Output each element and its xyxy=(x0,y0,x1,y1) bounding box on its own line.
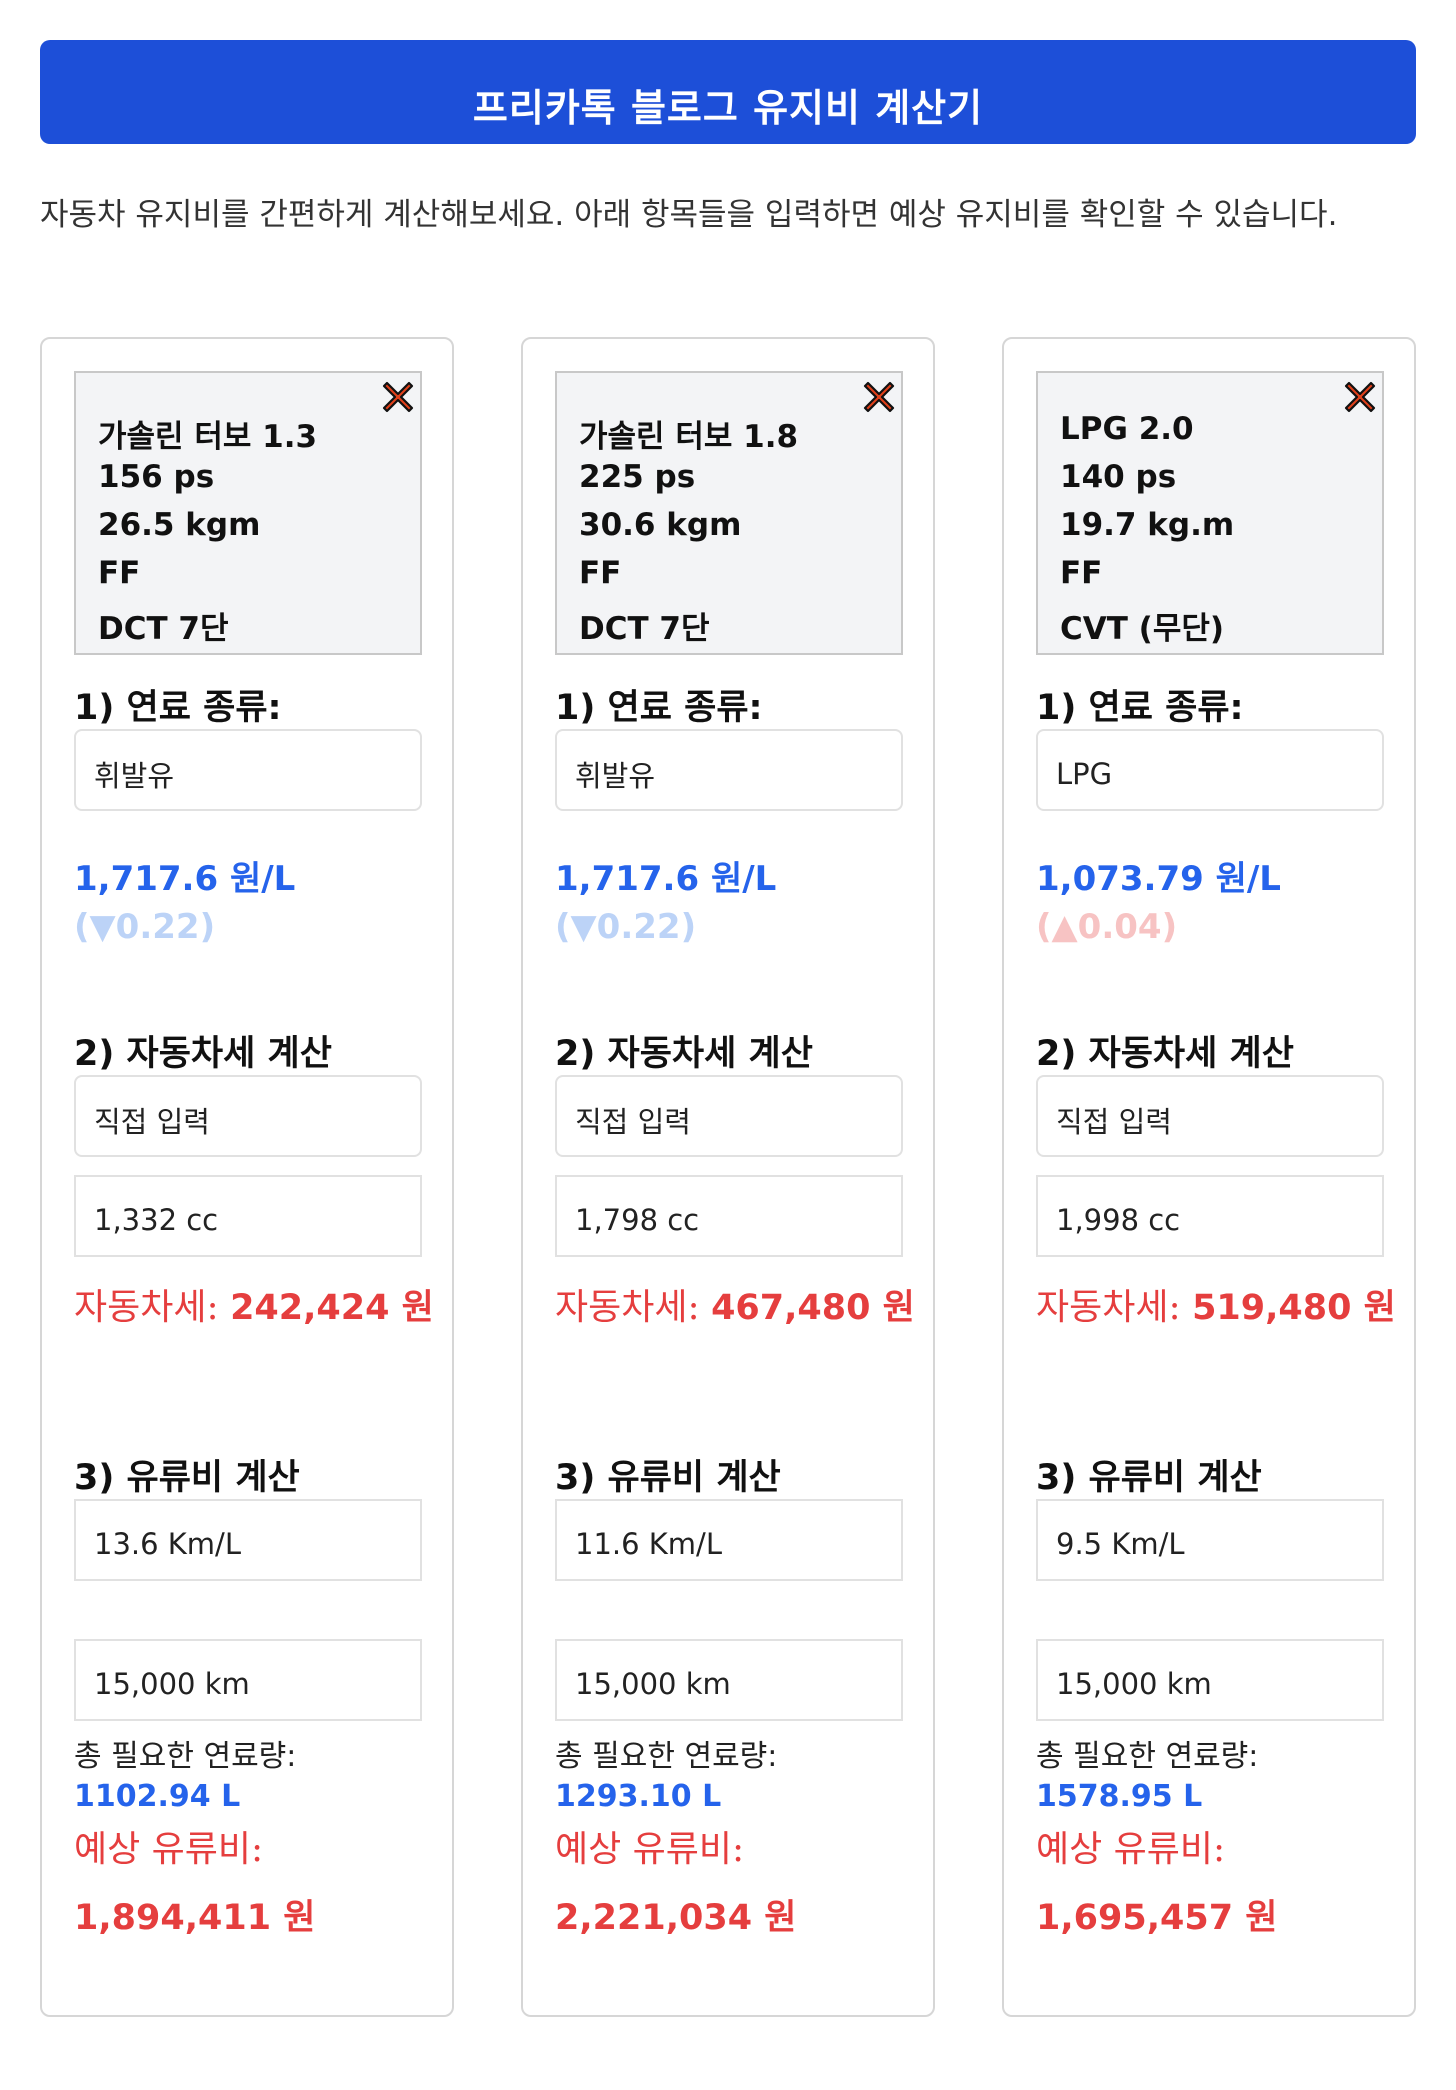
total-fuel-label: 총 필요한 연료량: xyxy=(1036,1739,1259,1774)
displacement-input[interactable]: 1,998 cc xyxy=(1036,1175,1384,1257)
fuel-type-title: 1) 연료 종류: xyxy=(1036,688,1244,728)
fuel-price: 1,073.79 원/L xyxy=(1036,859,1281,899)
spec-box: LPG 2.0 140 ps 19.7 kg.m FF CVT (무단) xyxy=(1036,371,1384,655)
distance-input[interactable]: 15,000 km xyxy=(555,1639,903,1721)
fuel-cost-title: 3) 유류비 계산 xyxy=(1036,1458,1262,1498)
spec-engine: LPG 2.0 xyxy=(1060,411,1194,447)
expected-cost-value: 2,221,034 원 xyxy=(555,1898,797,1938)
total-fuel-value: 1578.95 L xyxy=(1036,1779,1203,1814)
car-card: 가솔린 터보 1.3 156 ps 26.5 kgm FF DCT 7단 1) … xyxy=(40,337,454,2017)
fuel-type-title: 1) 연료 종류: xyxy=(555,688,763,728)
spec-torque: 19.7 kg.m xyxy=(1060,507,1235,543)
tax-mode-select[interactable]: 직접 입력 xyxy=(1036,1075,1384,1157)
total-fuel-value: 1293.10 L xyxy=(555,1779,722,1814)
spec-drive: FF xyxy=(579,555,622,591)
price-change: (▼0.22) xyxy=(74,907,216,947)
expected-cost-label: 예상 유류비: xyxy=(555,1829,745,1870)
spec-box: 가솔린 터보 1.3 156 ps 26.5 kgm FF DCT 7단 xyxy=(74,371,422,655)
fuel-price: 1,717.6 원/L xyxy=(555,859,777,899)
fuel-cost-title: 3) 유류비 계산 xyxy=(74,1458,300,1498)
car-columns: 가솔린 터보 1.3 156 ps 26.5 kgm FF DCT 7단 1) … xyxy=(40,337,1416,2017)
fuel-type-select[interactable]: 휘발유 xyxy=(74,729,422,811)
car-tax-amount: 519,480 원 xyxy=(1192,1288,1396,1328)
car-tax-prefix: 자동차세: xyxy=(555,1287,712,1328)
distance-input[interactable]: 15,000 km xyxy=(1036,1639,1384,1721)
car-tax-result: 자동차세: 467,480 원 xyxy=(555,1279,915,1337)
fuel-type-select[interactable]: LPG xyxy=(1036,729,1384,811)
car-tax-title: 2) 자동차세 계산 xyxy=(1036,1034,1294,1074)
car-tax-amount: 242,424 원 xyxy=(230,1288,434,1328)
spec-engine: 가솔린 터보 1.3 xyxy=(98,419,318,455)
efficiency-input[interactable]: 13.6 Km/L xyxy=(74,1499,422,1581)
intro-text: 자동차 유지비를 간편하게 계산해보세요. 아래 항목들을 입력하면 예상 유지… xyxy=(40,197,1338,233)
expected-cost-label: 예상 유류비: xyxy=(1036,1829,1226,1870)
spec-box: 가솔린 터보 1.8 225 ps 30.6 kgm FF DCT 7단 xyxy=(555,371,903,655)
page-header: 프리카톡 블로그 유지비 계산기 xyxy=(40,40,1416,144)
tax-mode-select[interactable]: 직접 입력 xyxy=(555,1075,903,1157)
spec-transmission: CVT (무단) xyxy=(1060,611,1225,647)
expected-cost-label: 예상 유류비: xyxy=(74,1829,264,1870)
spec-torque: 30.6 kgm xyxy=(579,507,742,543)
close-x-icon[interactable] xyxy=(1340,377,1380,417)
total-fuel-value: 1102.94 L xyxy=(74,1779,241,1814)
efficiency-input[interactable]: 11.6 Km/L xyxy=(555,1499,903,1581)
car-tax-title: 2) 자동차세 계산 xyxy=(74,1034,332,1074)
expected-cost-value: 1,695,457 원 xyxy=(1036,1898,1278,1938)
spec-torque: 26.5 kgm xyxy=(98,507,261,543)
fuel-type-title: 1) 연료 종류: xyxy=(74,688,282,728)
car-tax-result: 자동차세: 242,424 원 xyxy=(74,1279,434,1337)
fuel-cost-title: 3) 유류비 계산 xyxy=(555,1458,781,1498)
car-card: LPG 2.0 140 ps 19.7 kg.m FF CVT (무단) 1) … xyxy=(1002,337,1416,2017)
spec-power: 156 ps xyxy=(98,459,215,495)
car-tax-amount: 467,480 원 xyxy=(711,1288,915,1328)
page-title: 프리카톡 블로그 유지비 계산기 xyxy=(472,86,984,130)
price-change: (▼0.22) xyxy=(555,907,697,947)
spec-drive: FF xyxy=(98,555,141,591)
spec-power: 140 ps xyxy=(1060,459,1177,495)
displacement-input[interactable]: 1,798 cc xyxy=(555,1175,903,1257)
spec-drive: FF xyxy=(1060,555,1103,591)
expected-cost-value: 1,894,411 원 xyxy=(74,1898,316,1938)
close-x-icon[interactable] xyxy=(859,377,899,417)
car-tax-prefix: 자동차세: xyxy=(1036,1287,1193,1328)
car-tax-result: 자동차세: 519,480 원 xyxy=(1036,1279,1396,1337)
spec-transmission: DCT 7단 xyxy=(579,611,710,647)
tax-mode-select[interactable]: 직접 입력 xyxy=(74,1075,422,1157)
car-tax-title: 2) 자동차세 계산 xyxy=(555,1034,813,1074)
price-change: (▲0.04) xyxy=(1036,907,1178,947)
close-x-icon[interactable] xyxy=(378,377,418,417)
car-tax-prefix: 자동차세: xyxy=(74,1287,231,1328)
total-fuel-label: 총 필요한 연료량: xyxy=(555,1739,778,1774)
spec-power: 225 ps xyxy=(579,459,696,495)
spec-transmission: DCT 7단 xyxy=(98,611,229,647)
fuel-type-select[interactable]: 휘발유 xyxy=(555,729,903,811)
total-fuel-label: 총 필요한 연료량: xyxy=(74,1739,297,1774)
car-card: 가솔린 터보 1.8 225 ps 30.6 kgm FF DCT 7단 1) … xyxy=(521,337,935,2017)
efficiency-input[interactable]: 9.5 Km/L xyxy=(1036,1499,1384,1581)
spec-engine: 가솔린 터보 1.8 xyxy=(579,419,799,455)
distance-input[interactable]: 15,000 km xyxy=(74,1639,422,1721)
fuel-price: 1,717.6 원/L xyxy=(74,859,296,899)
displacement-input[interactable]: 1,332 cc xyxy=(74,1175,422,1257)
